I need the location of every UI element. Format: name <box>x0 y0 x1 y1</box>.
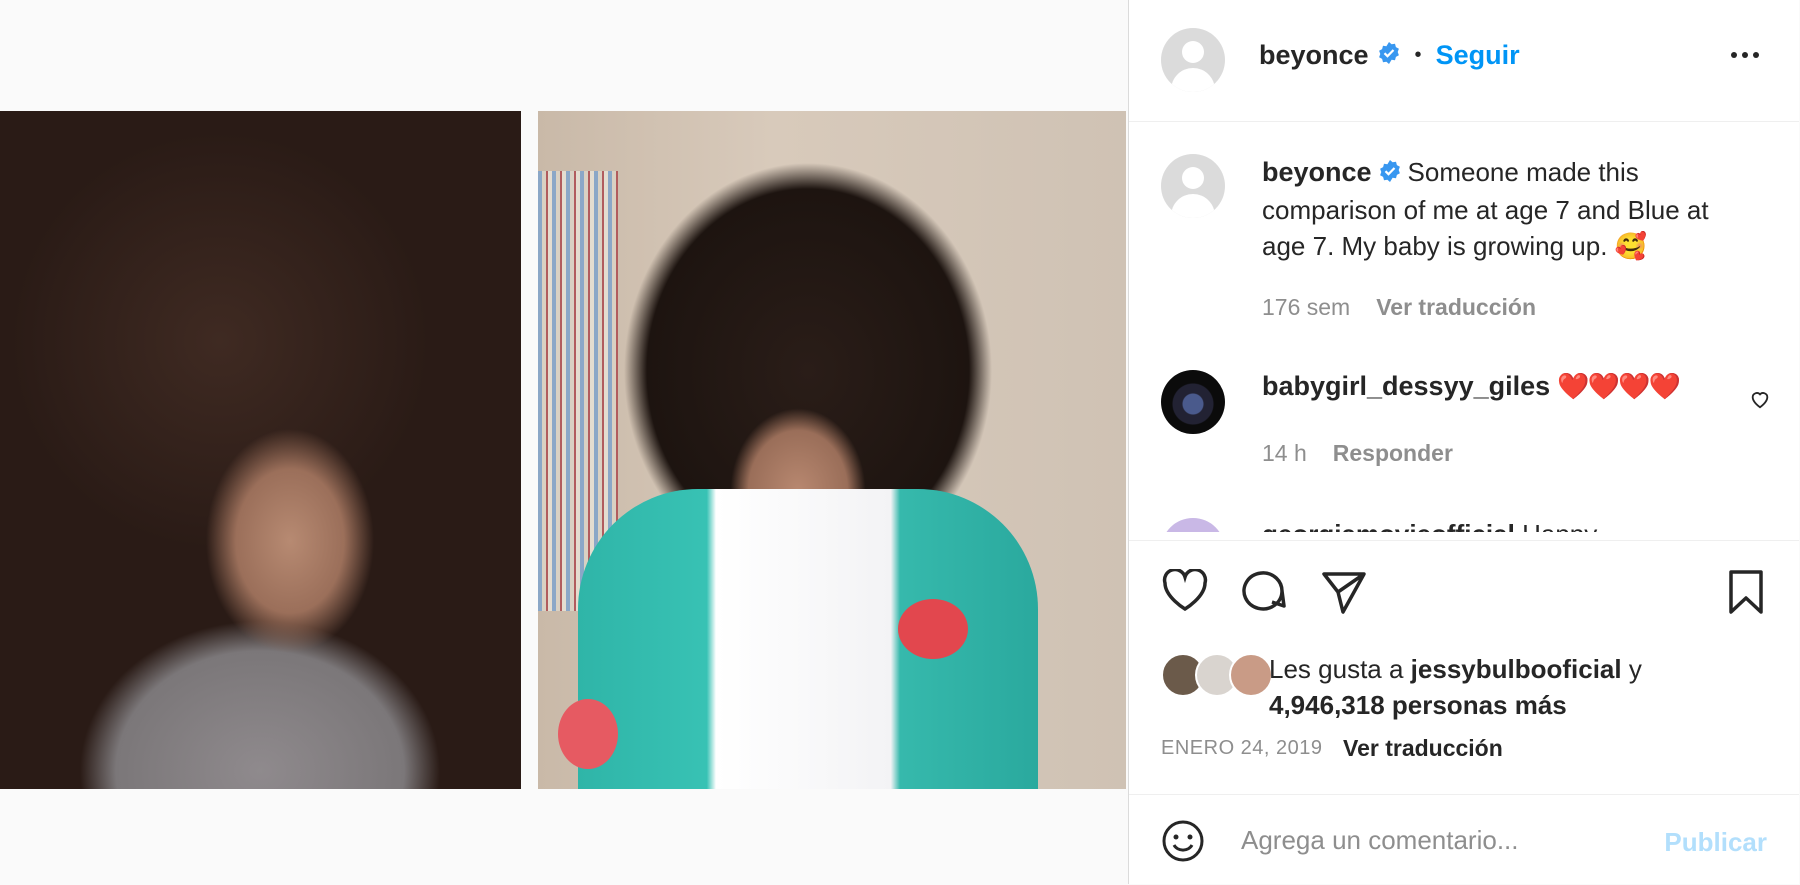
comment-time: 14 h <box>1262 440 1307 466</box>
comment-heart-icon[interactable] <box>1749 388 1771 415</box>
avatar[interactable] <box>1161 28 1225 92</box>
likes-prefix: Les gusta a <box>1269 654 1404 684</box>
username-link[interactable]: beyonce <box>1259 40 1369 71</box>
liker-username[interactable]: jessybulbooficial <box>1411 654 1622 684</box>
liked-by-avatars[interactable] <box>1161 653 1273 697</box>
verified-badge-icon <box>1377 41 1401 70</box>
comment-icon[interactable] <box>1241 569 1287 620</box>
comment-text: Happy <box>1522 519 1597 532</box>
post-header: beyonce • Seguir <box>1129 0 1799 122</box>
jacket <box>578 489 1038 789</box>
verified-badge-icon <box>1378 156 1402 192</box>
likes-summary: Les gusta a jessybulbooficial y 4,946,31… <box>1269 651 1642 723</box>
bookmark-icon[interactable] <box>1727 569 1765 620</box>
separator-dot: • <box>1414 44 1422 66</box>
post-media <box>0 0 1126 884</box>
more-options-icon[interactable] <box>1731 52 1759 58</box>
translate-link[interactable]: Ver traducción <box>1376 294 1536 321</box>
jacket-flower <box>898 599 968 659</box>
follow-button[interactable]: Seguir <box>1436 40 1520 71</box>
caption-meta: 176 sem Ver traducción <box>1262 294 1536 321</box>
comment: babygirl_dessyy_giles ❤️❤️❤️❤️ <box>1262 368 1681 404</box>
post-caption: beyonce Someone made this comparison of m… <box>1262 154 1752 264</box>
comments-list[interactable]: beyonce Someone made this comparison of m… <box>1129 122 1799 532</box>
comment-username[interactable]: babygirl_dessyy_giles <box>1262 371 1550 401</box>
avatar[interactable] <box>1161 154 1225 218</box>
avatar[interactable] <box>1161 518 1225 532</box>
post-sidebar: beyonce • Seguir beyonce Someone made thi… <box>1128 0 1799 884</box>
share-icon[interactable] <box>1321 569 1367 620</box>
comment-text: ❤️❤️❤️❤️ <box>1557 371 1680 401</box>
caption-username[interactable]: beyonce <box>1262 157 1372 187</box>
avatar[interactable] <box>1161 370 1225 434</box>
photo-left-child-portrait <box>0 111 521 789</box>
comment-composer: Publicar <box>1129 794 1799 885</box>
post-date: ENERO 24, 2019 <box>1161 737 1323 759</box>
caption-time[interactable]: 176 sem <box>1262 294 1350 321</box>
header-user: beyonce • Seguir <box>1259 40 1520 71</box>
translate-link[interactable]: Ver traducción <box>1343 735 1503 762</box>
jacket-flower <box>558 699 618 769</box>
comment: georgiamovieofficial Happy <box>1262 516 1597 532</box>
heart-icon[interactable] <box>1161 567 1209 618</box>
photo-right-child-portrait <box>538 111 1126 789</box>
publish-button[interactable]: Publicar <box>1664 827 1767 858</box>
comment-username[interactable]: georgiamovieofficial <box>1262 519 1515 532</box>
avatar <box>1229 653 1273 697</box>
emoji-icon[interactable] <box>1161 819 1205 868</box>
comment-meta: 14 h Responder <box>1262 440 1453 467</box>
comment-input[interactable] <box>1239 815 1663 865</box>
post-actions: Les gusta a jessybulbooficial y 4,946,31… <box>1129 540 1799 791</box>
reply-button[interactable]: Responder <box>1333 440 1453 467</box>
likes-count[interactable]: 4,946,318 personas más <box>1269 690 1567 720</box>
likes-joiner: y <box>1628 654 1642 684</box>
